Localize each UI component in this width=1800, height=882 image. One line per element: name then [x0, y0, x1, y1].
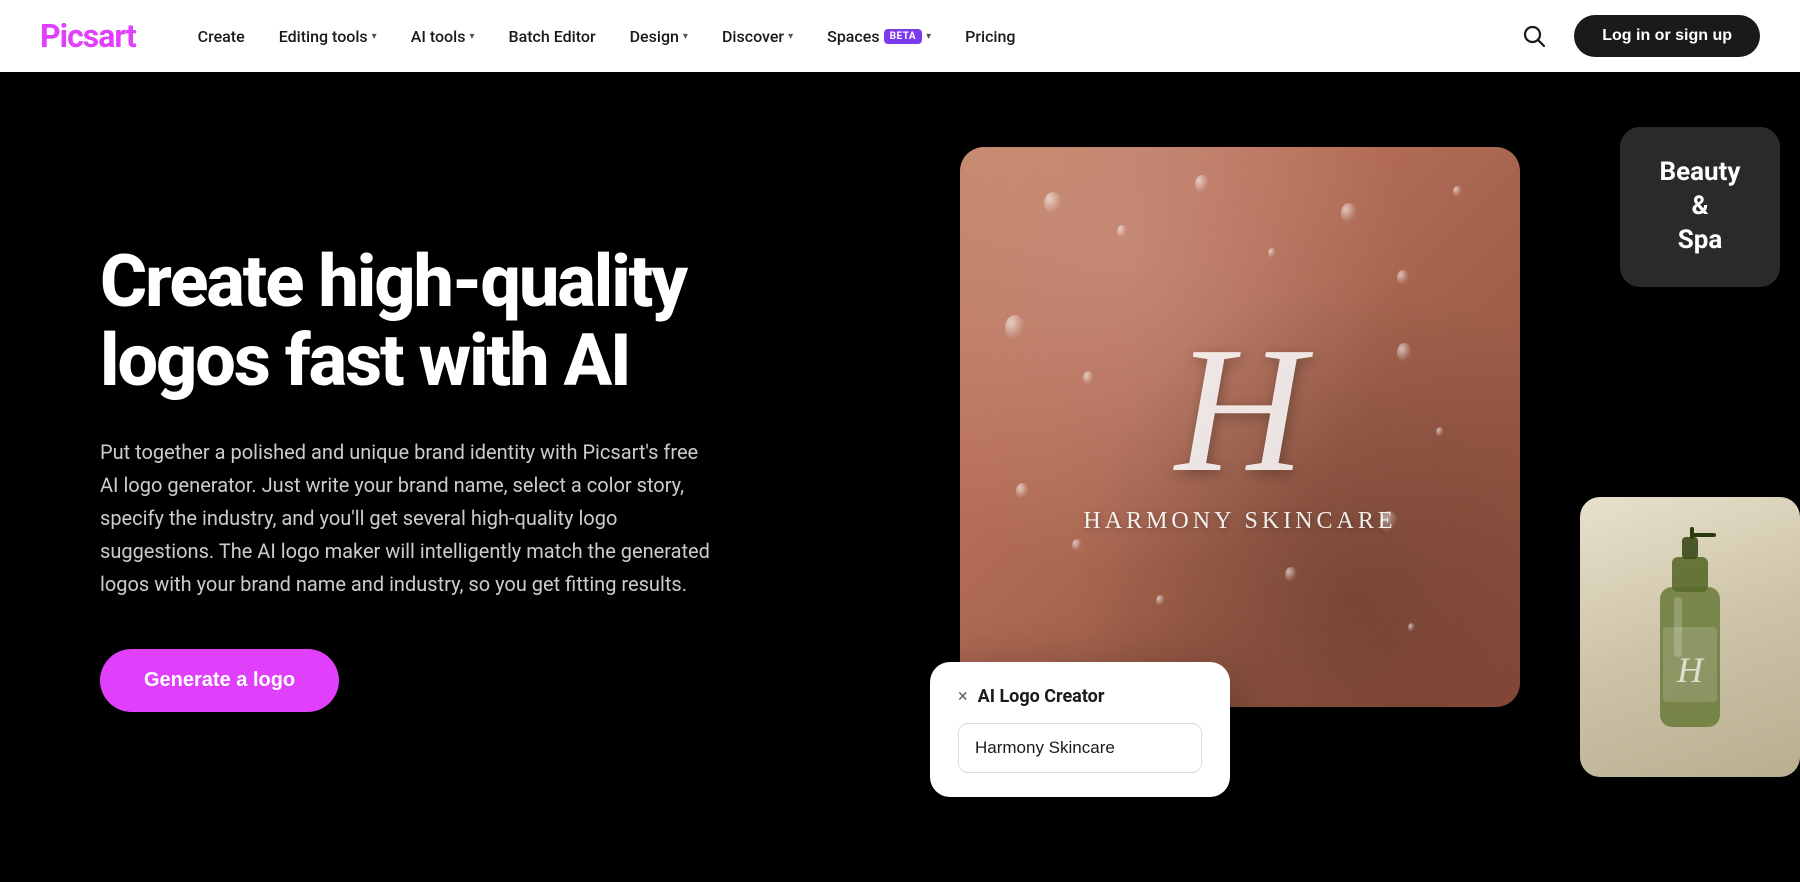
nav-item-design-label: Design — [630, 27, 679, 46]
nav-item-discover[interactable]: Discover ▾ — [708, 19, 807, 54]
nav-item-pricing[interactable]: Pricing — [951, 19, 1029, 54]
navbar: Picsart Create Editing tools ▾ AI tools … — [0, 0, 1800, 72]
nav-item-ai-tools-label: AI tools — [411, 27, 466, 46]
nav-item-editing-tools-label: Editing tools — [279, 27, 368, 46]
chevron-down-icon: ▾ — [469, 31, 474, 42]
nav-item-batch-editor[interactable]: Batch Editor — [494, 19, 609, 54]
bottle-card: H — [1580, 497, 1800, 777]
popup-header: × AI Logo Creator — [958, 686, 1202, 707]
ai-logo-input[interactable] — [958, 723, 1202, 773]
hero-title: Create high-quality logos fast with AI — [100, 242, 800, 400]
ai-logo-creator-popup: × AI Logo Creator — [930, 662, 1230, 797]
logo[interactable]: Picsart — [40, 17, 136, 55]
popup-title: AI Logo Creator — [978, 686, 1105, 707]
login-button[interactable]: Log in or sign up — [1574, 15, 1760, 57]
nav-item-spaces[interactable]: Spaces BETA ▾ — [813, 19, 945, 54]
nav-item-discover-label: Discover — [722, 27, 784, 46]
chevron-down-icon: ▾ — [683, 31, 688, 42]
popup-close-button[interactable]: × — [958, 686, 968, 707]
hero-right: H Harmony Skincare Beauty&Spa — [900, 97, 1800, 857]
nav-item-design[interactable]: Design ▾ — [616, 19, 702, 54]
beauty-spa-card: Beauty&Spa — [1620, 127, 1780, 287]
nav-item-pricing-label: Pricing — [965, 27, 1015, 46]
nav-item-create-label: Create — [198, 27, 245, 46]
beauty-spa-label: Beauty&Spa — [1660, 156, 1741, 257]
bottle-image: H — [1580, 497, 1800, 777]
brand-name-text: Harmony Skincare — [1083, 508, 1396, 535]
nav-links: Create Editing tools ▾ AI tools ▾ Batch … — [184, 19, 1515, 54]
hero-description: Put together a polished and unique brand… — [100, 436, 720, 601]
main-logo-card: H Harmony Skincare — [960, 147, 1520, 707]
search-button[interactable] — [1514, 16, 1554, 56]
bottle-svg: H — [1630, 527, 1750, 747]
nav-item-spaces-label: Spaces — [827, 27, 879, 46]
chevron-down-icon: ▾ — [788, 31, 793, 42]
nav-item-batch-editor-label: Batch Editor — [508, 27, 595, 46]
logo-text: Picsart — [40, 17, 136, 55]
generate-logo-button[interactable]: Generate a logo — [100, 649, 339, 712]
logo-letter: H — [1175, 320, 1305, 500]
chevron-down-icon: ▾ — [926, 31, 931, 42]
chevron-down-icon: ▾ — [372, 31, 377, 42]
nav-item-ai-tools[interactable]: AI tools ▾ — [397, 19, 489, 54]
nav-item-create[interactable]: Create — [184, 19, 259, 54]
nav-right: Log in or sign up — [1514, 15, 1760, 57]
spaces-beta-badge: BETA — [884, 29, 923, 44]
search-icon — [1523, 25, 1545, 47]
hero-section: Create high-quality logos fast with AI P… — [0, 72, 1800, 882]
nav-item-editing-tools[interactable]: Editing tools ▾ — [265, 19, 391, 54]
hero-left: Create high-quality logos fast with AI P… — [100, 242, 800, 712]
